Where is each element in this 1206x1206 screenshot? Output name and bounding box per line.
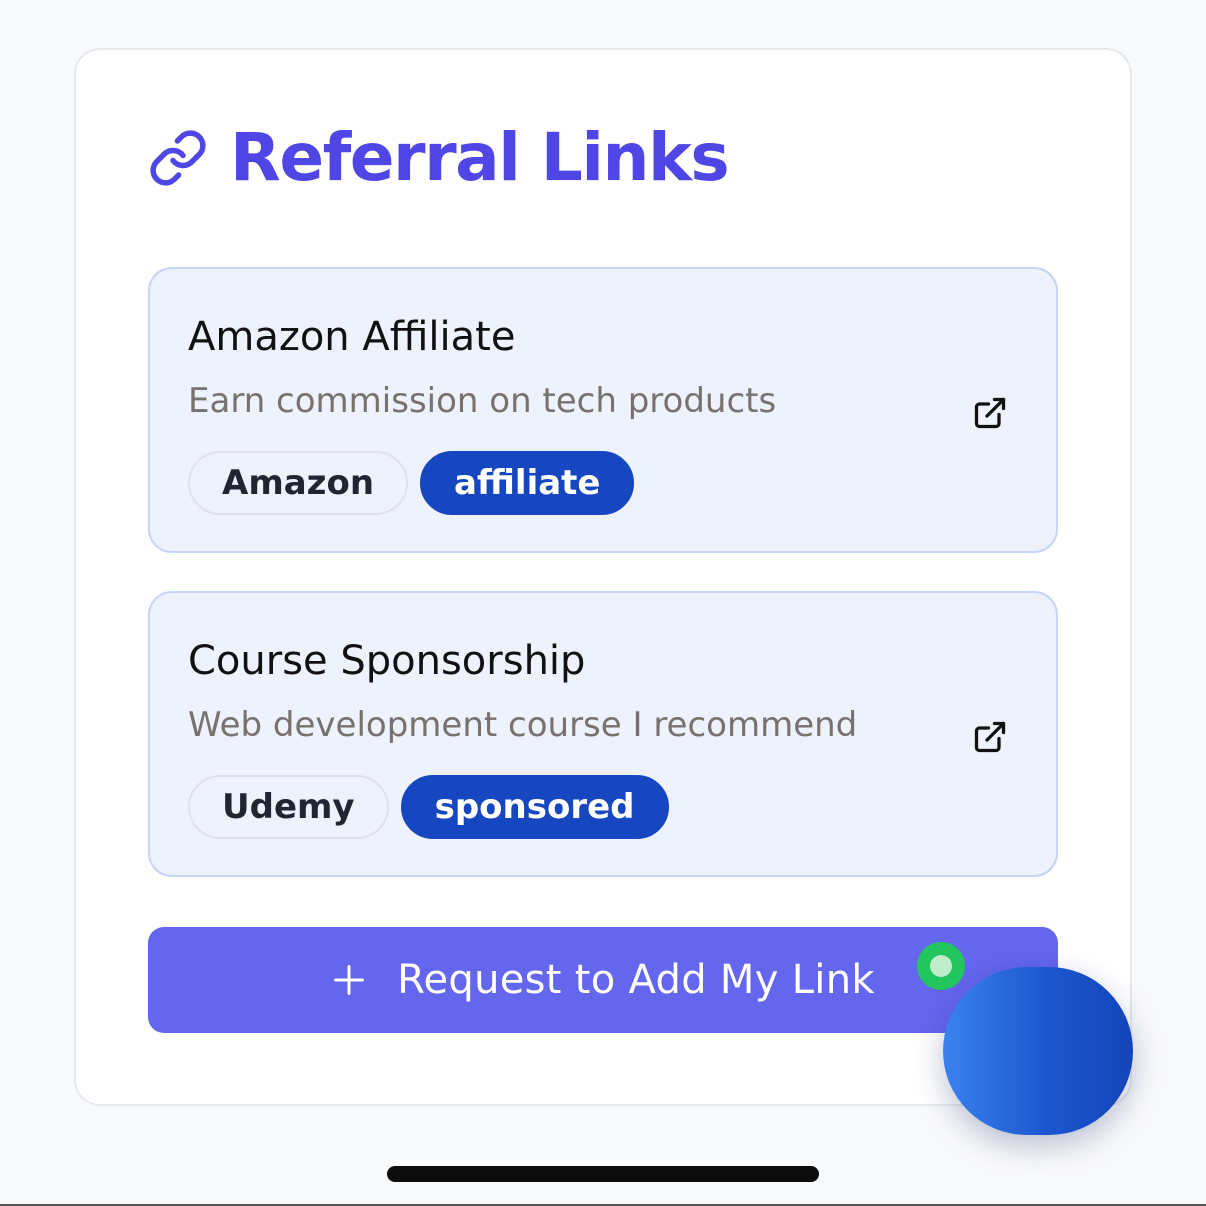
tag-list: Amazon affiliate <box>188 451 635 515</box>
card-description: Earn commission on tech products <box>188 381 777 421</box>
card-title: Course Sponsorship <box>188 638 586 684</box>
section-header: Referral Links <box>148 118 730 198</box>
tag-platform: Amazon <box>188 451 409 515</box>
page-title: Referral Links <box>230 119 730 196</box>
referral-card-course-sponsorship[interactable]: Course Sponsorship Web development cours… <box>148 591 1058 877</box>
tag-type: sponsored <box>400 775 669 839</box>
tag-list: Udemy sponsored <box>188 775 669 839</box>
link-icon <box>148 128 208 188</box>
request-button-label: Request to Add My Link <box>397 957 875 1003</box>
plus-icon <box>331 962 367 998</box>
online-status-indicator <box>917 942 965 990</box>
referral-card-amazon-affiliate[interactable]: Amazon Affiliate Earn commission on tech… <box>148 267 1058 553</box>
floating-chat-button[interactable] <box>943 967 1133 1135</box>
card-description: Web development course I recommend <box>188 705 858 745</box>
tag-platform: Udemy <box>188 775 389 839</box>
tag-type: affiliate <box>420 451 635 515</box>
home-indicator <box>387 1166 819 1182</box>
card-title: Amazon Affiliate <box>188 314 516 360</box>
external-link-icon[interactable] <box>972 395 1008 431</box>
external-link-icon[interactable] <box>972 719 1008 755</box>
